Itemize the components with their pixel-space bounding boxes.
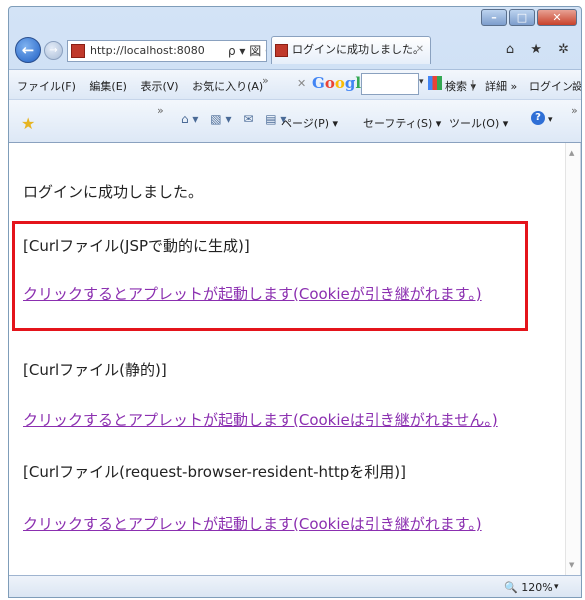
minimize-button[interactable]: –	[481, 9, 507, 26]
section1-applet-link[interactable]: クリックするとアプレットが起動します(Cookieが引き継がれます。)	[23, 283, 482, 304]
favorites-star-icon[interactable]: ★	[21, 114, 35, 133]
google-search-icon[interactable]	[428, 76, 442, 90]
navigation-bar: ← → http://localhost:8080 ρ ▾ 図 C ✕ ログイン…	[9, 33, 581, 69]
window-caption-buttons: – □ ✕	[479, 9, 577, 26]
safety-menu-button[interactable]: セーフティ(S) ▾	[363, 115, 441, 131]
section1-title: [Curlファイル(JSPで動的に生成)]	[23, 237, 250, 255]
google-details-button[interactable]: 詳細 »	[485, 78, 517, 94]
section3-title: [Curlファイル(request-browser-resident-httpを…	[23, 463, 407, 481]
home-favorites-tools-icons[interactable]: ⌂ ★ ✲	[506, 42, 575, 57]
menu-edit[interactable]: 編集(E)	[89, 80, 127, 93]
address-bar[interactable]: http://localhost:8080 ρ ▾ 図 C ✕	[67, 40, 267, 62]
section3-applet-link[interactable]: クリックするとアプレットが起動します(Cookieは引き継がれます。)	[23, 513, 482, 534]
page-content: ログインに成功しました。 [Curlファイル(JSPで動的に生成)] クリックす…	[9, 143, 581, 575]
google-settings-button[interactable]: 設	[572, 78, 581, 93]
commandbar-more-chevron-icon[interactable]: »	[571, 104, 578, 117]
menu-bar: ファイル(F) 編集(E) 表示(V) お気に入り(A)	[17, 78, 273, 94]
maximize-button[interactable]: □	[509, 9, 535, 26]
home-icon[interactable]: ⌂ ▾	[181, 112, 198, 126]
scroll-up-icon[interactable]: ▲	[569, 149, 574, 157]
toolbar-separator: |	[471, 78, 475, 91]
google-toolbar-close-icon[interactable]: ✕	[297, 77, 306, 90]
page-favicon-icon	[71, 44, 85, 58]
favorites-more-chevron-icon[interactable]: »	[157, 104, 164, 117]
tab-favicon-icon	[275, 44, 288, 57]
zoom-icon: 🔍	[504, 581, 518, 594]
back-button[interactable]: ←	[15, 37, 41, 63]
tab-login-success[interactable]: ログインに成功しました。 ✕	[271, 36, 431, 64]
zoom-control[interactable]: 🔍 120%	[504, 581, 553, 594]
google-search-dropdown-icon[interactable]: ▾	[419, 77, 424, 87]
command-icons: ⌂ ▾ ▧ ▾ ✉ ▤ ▾	[181, 112, 294, 126]
feeds-icon[interactable]: ▧ ▾	[210, 112, 231, 126]
forward-button[interactable]: →	[44, 41, 63, 60]
tab-close-icon[interactable]: ✕	[416, 37, 424, 63]
close-window-button[interactable]: ✕	[537, 9, 577, 26]
help-dropdown-icon[interactable]: ▾	[548, 115, 553, 125]
tab-title: ログインに成功しました。	[292, 43, 424, 56]
section2-applet-link[interactable]: クリックするとアプレットが起動します(Cookieは引き継がれません。)	[23, 409, 498, 430]
page-menu-button[interactable]: ページ(P) ▾	[281, 115, 338, 131]
address-text: http://localhost:8080	[90, 44, 205, 57]
menu-file[interactable]: ファイル(F)	[17, 80, 76, 93]
status-bar: 🔍 120% ▾	[9, 575, 581, 597]
browser-window: – □ ✕ ← → http://localhost:8080 ρ ▾ 図 C …	[8, 6, 582, 598]
menu-and-google-toolbar: ファイル(F) 編集(E) 表示(V) お気に入り(A) » ✕ Google …	[9, 69, 581, 99]
menu-favorites[interactable]: お気に入り(A)	[192, 80, 263, 93]
google-login-button[interactable]: ログイン	[529, 78, 573, 94]
menu-view[interactable]: 表示(V)	[140, 80, 178, 93]
login-success-message: ログインに成功しました。	[23, 183, 204, 201]
zoom-dropdown-icon[interactable]: ▾	[554, 582, 559, 592]
menu-more-chevron-icon[interactable]: »	[262, 74, 269, 87]
section2-title: [Curlファイル(静的)]	[23, 361, 167, 379]
scroll-down-icon[interactable]: ▼	[569, 561, 574, 569]
vertical-scrollbar[interactable]: ▲ ▼	[565, 143, 580, 575]
command-bar: ★ » ⌂ ▾ ▧ ▾ ✉ ▤ ▾ ページ(P) ▾ セーフティ(S) ▾ ツー…	[9, 99, 581, 143]
google-search-input[interactable]	[361, 73, 419, 95]
tools-menu-button[interactable]: ツール(O) ▾	[449, 115, 508, 131]
zoom-level: 120%	[521, 581, 553, 594]
mail-icon[interactable]: ✉	[243, 112, 253, 126]
address-controls[interactable]: ρ ▾ 図 C ✕	[228, 41, 266, 61]
help-icon[interactable]: ?	[531, 111, 545, 125]
